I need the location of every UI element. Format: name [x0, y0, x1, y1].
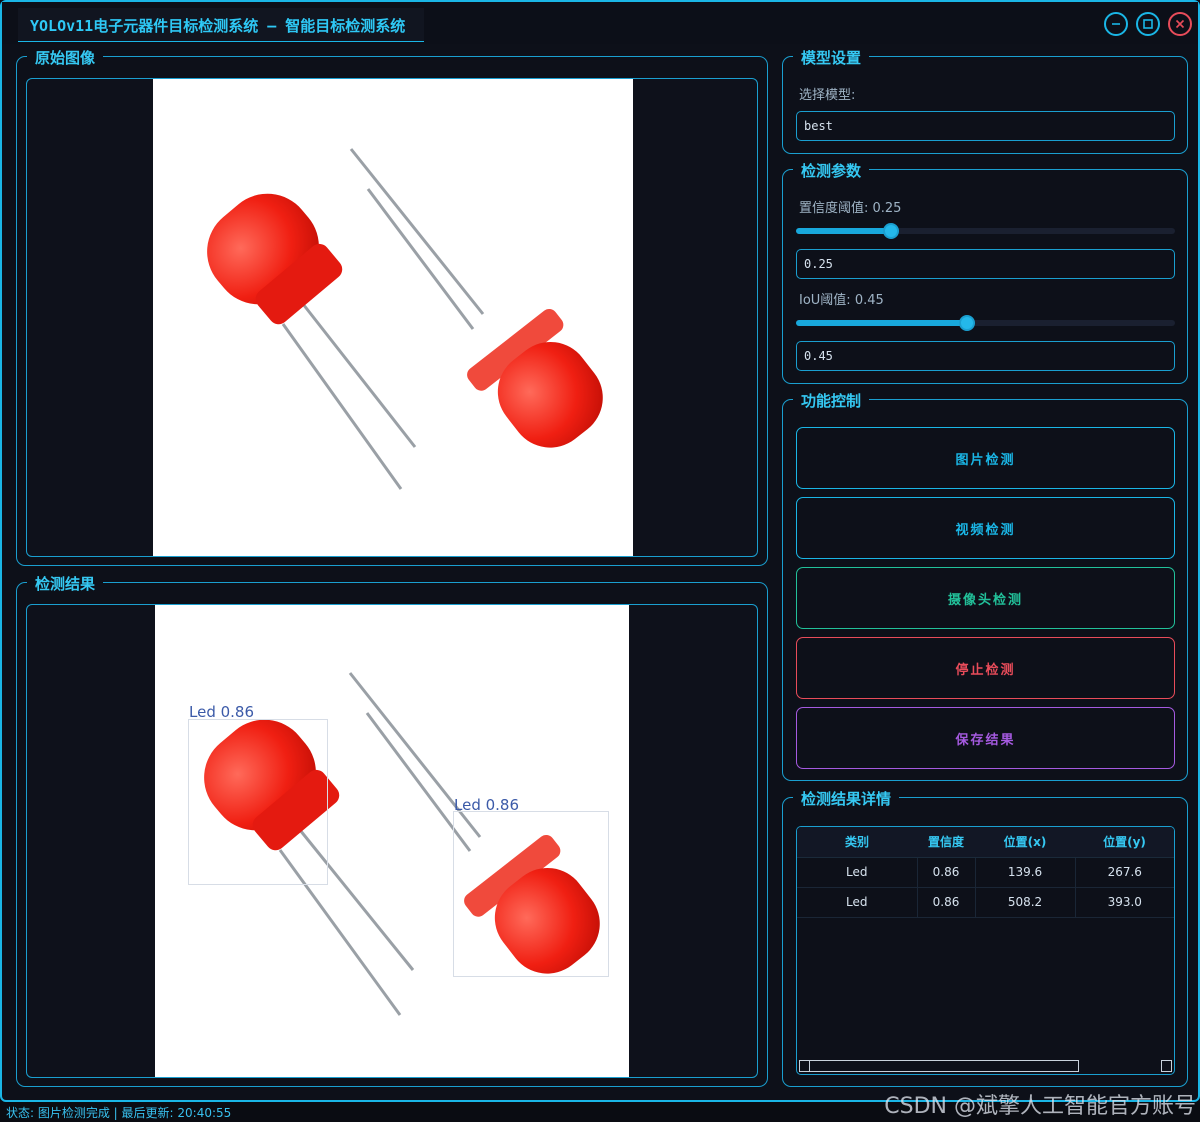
original-image-title: 原始图像 — [27, 47, 104, 68]
column-header[interactable]: 置信度 — [917, 827, 975, 858]
app-window: YOLOv11电子元器件目标检测系统 – 智能目标检测系统 原始图像 检测结果 … — [0, 0, 1200, 1102]
confidence-input[interactable]: 0.25 — [796, 249, 1175, 279]
results-table: 类别 置信度 位置(x) 位置(y) Led 0.86 139.6 267.6 … — [797, 827, 1174, 918]
camera-detect-button[interactable]: 摄像头检测 — [796, 567, 1175, 629]
scrollbar-thumb[interactable] — [809, 1060, 1079, 1072]
column-header[interactable]: 类别 — [797, 827, 917, 858]
iou-slider-handle[interactable] — [959, 315, 975, 331]
detection-box — [188, 719, 328, 885]
iou-input[interactable]: 0.45 — [796, 341, 1175, 371]
stop-detect-button[interactable]: 停止检测 — [796, 637, 1175, 699]
close-icon — [1175, 19, 1185, 29]
detection-details-title: 检测结果详情 — [793, 788, 900, 809]
table-row[interactable]: Led 0.86 508.2 393.0 — [797, 887, 1174, 918]
iou-label: IoU阈值: 0.45 — [799, 293, 884, 308]
cell-x: 508.2 — [975, 887, 1076, 918]
minimize-icon — [1112, 23, 1120, 25]
column-header[interactable]: 位置(y) — [1075, 827, 1174, 858]
status-text: 状态: 图片检测完成 | 最后更新: 20:40:55 — [6, 1106, 232, 1120]
model-select[interactable]: best — [796, 111, 1175, 141]
save-result-button[interactable]: 保存结果 — [796, 707, 1175, 769]
cell-y: 393.0 — [1075, 887, 1174, 918]
model-settings-title: 模型设置 — [793, 47, 870, 68]
column-header[interactable]: 位置(x) — [975, 827, 1075, 858]
led-photo — [207, 148, 603, 490]
result-image: Led 0.86 Led 0.86 — [155, 605, 629, 1077]
maximize-button[interactable] — [1136, 12, 1160, 36]
horizontal-scrollbar[interactable] — [799, 1060, 1172, 1072]
close-button[interactable] — [1168, 12, 1192, 36]
detection-params-title: 检测参数 — [793, 160, 870, 181]
confidence-slider[interactable] — [796, 223, 1175, 239]
detection-label: Led 0.86 — [454, 796, 520, 814]
function-control-title: 功能控制 — [793, 390, 870, 411]
maximize-icon — [1143, 19, 1153, 29]
original-image — [153, 79, 633, 556]
original-image-frame — [26, 78, 758, 557]
select-model-label: 选择模型: — [799, 88, 856, 103]
image-detect-button[interactable]: 图片检测 — [796, 427, 1175, 489]
detection-box — [453, 811, 609, 977]
iou-slider[interactable] — [796, 315, 1175, 331]
window-title: YOLOv11电子元器件目标检测系统 – 智能目标检测系统 — [30, 17, 406, 35]
scroll-right-button[interactable] — [1161, 1060, 1172, 1072]
title-bar: YOLOv11电子元器件目标检测系统 – 智能目标检测系统 — [2, 2, 1198, 44]
cell-class: Led — [797, 857, 918, 888]
confidence-slider-handle[interactable] — [883, 223, 899, 239]
cell-class: Led — [797, 887, 918, 918]
detection-label: Led 0.86 — [189, 703, 255, 721]
confidence-label: 置信度阈值: 0.25 — [799, 201, 902, 216]
iou-slider-fill — [796, 320, 967, 326]
minimize-button[interactable] — [1104, 12, 1128, 36]
confidence-slider-fill — [796, 228, 891, 234]
cell-confidence: 0.86 — [917, 857, 976, 888]
title-tab: YOLOv11电子元器件目标检测系统 – 智能目标检测系统 — [18, 8, 424, 42]
details-table: 类别 置信度 位置(x) 位置(y) Led 0.86 139.6 267.6 … — [796, 826, 1175, 1075]
result-image-frame: Led 0.86 Led 0.86 — [26, 604, 758, 1078]
watermark: CSDN @斌擎人工智能官方账号 — [884, 1094, 1196, 1119]
cell-y: 267.6 — [1075, 857, 1174, 888]
cell-confidence: 0.86 — [917, 887, 976, 918]
cell-x: 139.6 — [975, 857, 1076, 888]
table-row[interactable]: Led 0.86 139.6 267.6 — [797, 857, 1174, 888]
video-detect-button[interactable]: 视频检测 — [796, 497, 1175, 559]
detection-result-title: 检测结果 — [27, 573, 104, 594]
